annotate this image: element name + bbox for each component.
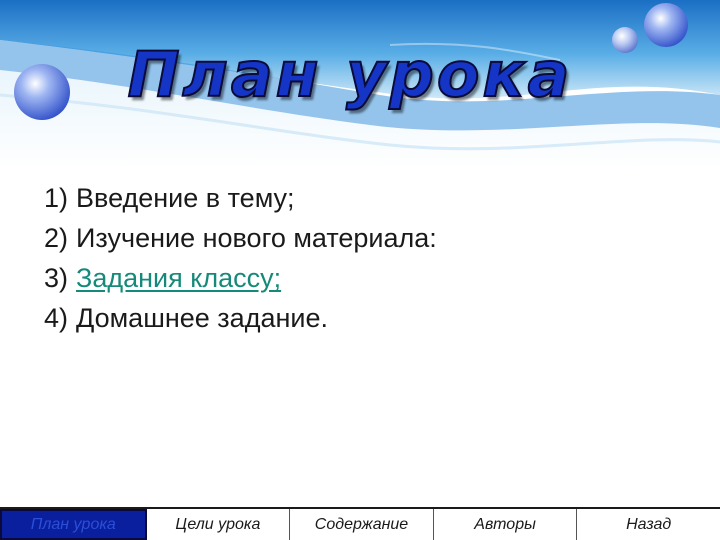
plan-item-class-tasks: 3) Задания классу;: [44, 258, 437, 298]
slide-title: План урока: [127, 37, 573, 112]
lesson-plan-list: 1) Введение в тему; 2) Изучение нового мат…: [44, 178, 437, 338]
nav-button-contents[interactable]: Содержание: [290, 509, 434, 540]
plan-item-introduction: 1) Введение в тему;: [44, 178, 437, 218]
plan-item-number: 3): [44, 263, 69, 293]
nav-button-back[interactable]: Назад: [577, 509, 720, 540]
plan-item-new-material: 2) Изучение нового материала:: [44, 218, 437, 258]
plan-item-text: Домашнее задание.: [76, 303, 328, 333]
nav-button-lesson-goals[interactable]: Цели урока: [147, 509, 291, 540]
plan-item-number: 2): [44, 223, 69, 253]
plan-item-homework: 4) Домашнее задание.: [44, 298, 437, 338]
bottom-navigation-bar: План урока Цели урока Содержание Авторы …: [0, 507, 720, 540]
plan-item-number: 4): [44, 303, 69, 333]
class-tasks-link[interactable]: Задания классу;: [76, 263, 281, 293]
plan-item-number: 1): [44, 183, 69, 213]
nav-button-authors[interactable]: Авторы: [434, 509, 578, 540]
plan-item-text: Введение в тему;: [76, 183, 295, 213]
nav-button-lesson-plan[interactable]: План урока: [0, 509, 147, 540]
bubble-decoration-right-large: [644, 3, 688, 47]
plan-item-text: Изучение нового материала:: [76, 223, 437, 253]
